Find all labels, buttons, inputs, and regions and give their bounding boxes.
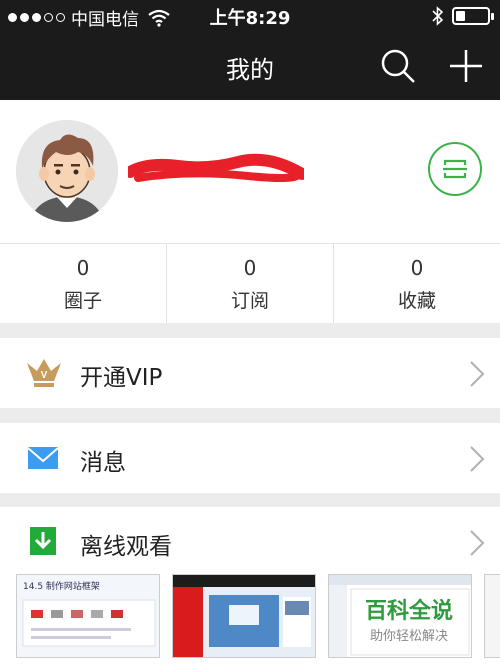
website-screenshot-icon [22, 599, 156, 647]
thumbnail-2[interactable] [172, 574, 316, 658]
offline-thumbnails: 14.5 制作网站框架 百科全说 助你轻松解决 [0, 572, 500, 666]
menu-label: 离线观看 [80, 534, 172, 560]
stat-label: 圈子 [63, 290, 102, 312]
stat-label: 收藏 [397, 290, 436, 312]
scan-qr-icon [443, 159, 467, 179]
crown-icon: V [27, 359, 61, 387]
baike-title: 百科全说 [364, 599, 453, 624]
status-time: 上午8:29 [209, 8, 291, 29]
menu-item-vip[interactable]: V 开通VIP [0, 338, 500, 408]
stat-count: 0 [243, 256, 257, 280]
baike-subtitle: 助你轻松解决 [369, 629, 448, 644]
status-right [432, 6, 494, 26]
profile-header[interactable] [0, 100, 500, 243]
menu-item-offline-viewing[interactable]: 离线观看 [0, 507, 500, 577]
thumbnail-1[interactable]: 14.5 制作网站框架 [16, 574, 160, 658]
stat-favorites[interactable]: 0 收藏 [334, 244, 500, 323]
thumbnail-4-partial[interactable] [484, 574, 500, 658]
status-bar: 中国电信 上午8:29 [0, 0, 500, 32]
avatar-cartoon-face-icon [16, 120, 118, 222]
add-icon[interactable] [446, 46, 486, 86]
top-nav-bar: 我的 [0, 32, 500, 100]
page-title: 我的 [226, 56, 274, 84]
bluetooth-icon [432, 6, 444, 26]
thumbnail-caption: 14.5 制作网站框架 [23, 582, 100, 592]
stat-circles[interactable]: 0 圈子 [0, 244, 167, 323]
stat-count: 0 [410, 256, 424, 280]
menu-label: 消息 [80, 450, 126, 476]
thumbnail-3[interactable]: 百科全说 助你轻松解决 [328, 574, 472, 658]
chevron-right-icon [470, 361, 485, 387]
battery-icon [452, 7, 494, 25]
menu-item-messages[interactable]: 消息 [0, 423, 500, 493]
chevron-right-icon [470, 530, 485, 556]
svg-text:V: V [41, 370, 48, 381]
stat-label: 订阅 [230, 290, 269, 312]
avatar[interactable] [16, 120, 118, 222]
menu-label: 开通VIP [80, 365, 163, 391]
search-icon[interactable] [378, 46, 418, 86]
desktop-screenshot-icon [173, 575, 315, 657]
qr-code-button[interactable] [428, 142, 482, 196]
username-redacted-scribble [128, 153, 304, 182]
stats-bar: 0 圈子 0 订阅 0 收藏 [0, 243, 500, 323]
stat-subscriptions[interactable]: 0 订阅 [167, 244, 334, 323]
download-icon [30, 527, 56, 555]
stat-count: 0 [76, 256, 90, 280]
chevron-right-icon [470, 446, 485, 472]
mail-icon [27, 447, 59, 469]
